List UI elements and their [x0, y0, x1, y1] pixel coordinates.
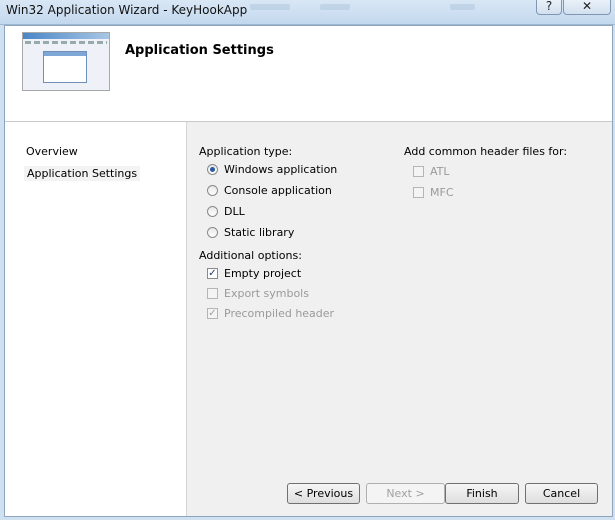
checkbox-label: Empty project — [224, 267, 302, 280]
radio-label: Static library — [224, 226, 295, 239]
radio-windows-application[interactable]: Windows application — [207, 163, 337, 176]
background-window-ghost — [450, 4, 475, 10]
radio-button[interactable] — [207, 206, 218, 217]
window-title: Win32 Application Wizard - KeyHookApp — [6, 3, 248, 17]
previous-button[interactable]: < Previous — [287, 483, 360, 504]
checkbox-label: ATL — [430, 165, 450, 178]
radio-label: Windows application — [224, 163, 338, 176]
checkbox-export-symbols: Export symbols — [207, 287, 309, 300]
wizard-header: Application Settings — [5, 26, 612, 122]
checkbox-disabled — [413, 166, 424, 177]
background-window-ghost — [250, 4, 290, 10]
checkbox-empty-project[interactable]: ✓ Empty project — [207, 267, 301, 280]
checkbox-mfc: MFC — [413, 186, 454, 199]
checkbox-label: Precompiled header — [224, 307, 335, 320]
radio-dll[interactable]: DLL — [207, 205, 245, 218]
sidebar-item-application-settings[interactable]: Application Settings — [24, 166, 141, 181]
radio-button-selected[interactable] — [207, 164, 218, 175]
checkbox-label: MFC — [430, 186, 454, 199]
header-files-label: Add common header files for: — [404, 145, 568, 158]
app-window-thumbnail-icon — [22, 32, 110, 91]
help-icon: ? — [545, 0, 553, 13]
checkbox-disabled — [207, 288, 218, 299]
radio-static-library[interactable]: Static library — [207, 226, 294, 239]
cancel-button[interactable]: Cancel — [525, 483, 598, 504]
radio-button[interactable] — [207, 227, 218, 238]
finish-button[interactable]: Finish — [445, 483, 519, 504]
additional-options-label: Additional options: — [199, 249, 302, 262]
title-bar: Win32 Application Wizard - KeyHookApp ? … — [0, 0, 615, 25]
close-icon: ✕ — [581, 0, 593, 13]
checkbox-precompiled-header: ✓ Precompiled header — [207, 307, 334, 320]
application-type-label: Application type: — [199, 145, 293, 158]
radio-console-application[interactable]: Console application — [207, 184, 332, 197]
checkbox-disabled — [413, 187, 424, 198]
settings-panel: Application type: Windows application Co… — [187, 122, 612, 516]
wizard-sidebar: Overview Application Settings — [5, 122, 187, 516]
background-window-ghost — [320, 4, 350, 10]
checkbox-checked[interactable]: ✓ — [207, 268, 218, 279]
radio-label: DLL — [224, 205, 245, 218]
wizard-dialog: Application Settings Overview Applicatio… — [4, 25, 613, 517]
sidebar-item-overview[interactable]: Overview — [26, 145, 78, 158]
next-button: Next > — [366, 483, 445, 504]
close-button[interactable]: ✕ — [563, 0, 611, 15]
checkbox-label: Export symbols — [224, 287, 309, 300]
radio-button[interactable] — [207, 185, 218, 196]
page-title: Application Settings — [125, 43, 274, 58]
checkbox-atl: ATL — [413, 165, 450, 178]
radio-label: Console application — [224, 184, 332, 197]
help-button[interactable]: ? — [536, 0, 562, 15]
checkbox-checked-disabled: ✓ — [207, 308, 218, 319]
